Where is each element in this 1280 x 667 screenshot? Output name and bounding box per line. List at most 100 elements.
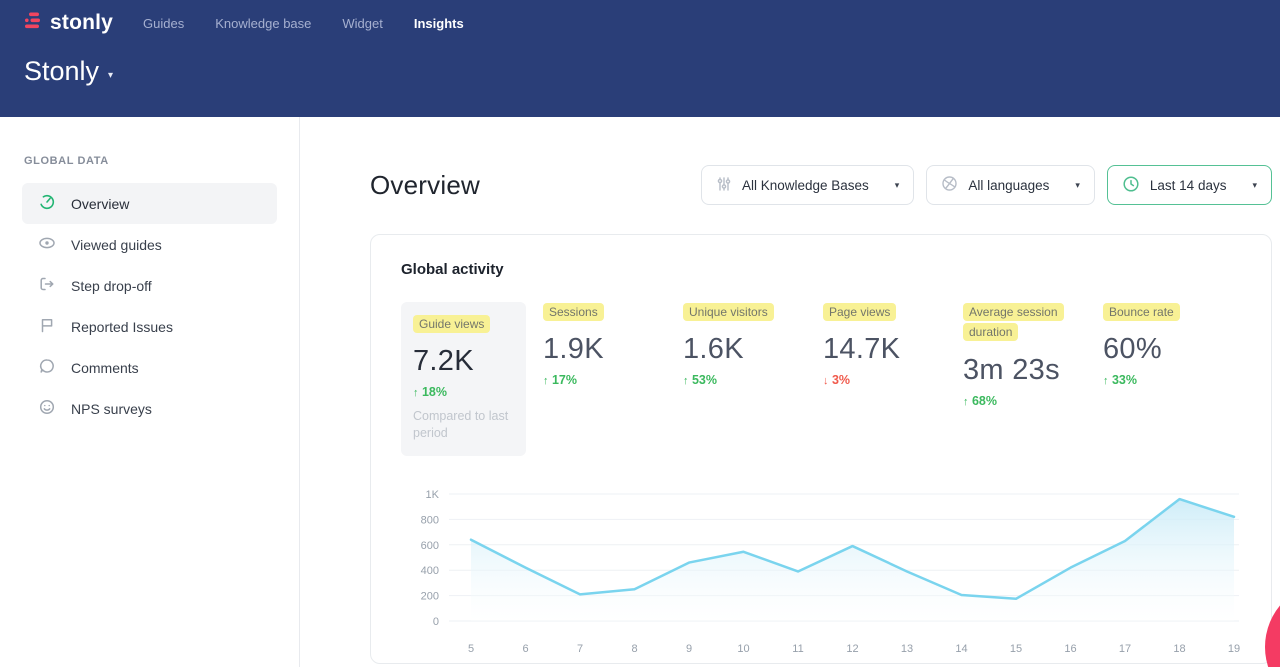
activity-chart-svg: 02004006008001K5678910111213141516171819 xyxy=(401,482,1251,664)
metric-unique-visitors[interactable]: Unique visitors 1.6K ↑ 53% xyxy=(683,302,823,387)
metric-value: 7.2K xyxy=(413,345,514,378)
gauge-icon xyxy=(38,193,56,214)
metric-label: Unique visitors xyxy=(683,303,774,321)
svg-text:9: 9 xyxy=(686,643,692,655)
sidebar-item-reported-issues[interactable]: Reported Issues xyxy=(22,306,277,347)
metric-delta: ↓ 3% xyxy=(823,373,963,387)
clock-icon xyxy=(1122,175,1140,196)
metric-label: Guide views xyxy=(413,315,490,333)
metric-guide-views[interactable]: Guide views 7.2K ↑ 18% Compared to last … xyxy=(401,302,526,456)
svg-text:11: 11 xyxy=(792,643,803,655)
svg-text:800: 800 xyxy=(421,515,439,527)
svg-text:15: 15 xyxy=(1010,643,1022,655)
svg-text:1K: 1K xyxy=(426,489,440,501)
metric-delta: ↑ 33% xyxy=(1103,373,1243,387)
chevron-down-icon: ▾ xyxy=(1075,180,1080,191)
activity-chart: 02004006008001K5678910111213141516171819 xyxy=(401,482,1251,667)
filters-row: All Knowledge Bases ▾ All languages ▾ xyxy=(701,165,1272,205)
knowledge-bases-value: All Knowledge Bases xyxy=(742,178,869,193)
metric-value: 14.7K xyxy=(823,333,963,366)
app-header: stonly Guides Knowledge base Widget Insi… xyxy=(0,0,1280,117)
svg-text:400: 400 xyxy=(421,565,439,577)
nav-item-knowledge-base[interactable]: Knowledge base xyxy=(215,16,311,31)
metric-page-views[interactable]: Page views 14.7K ↓ 3% xyxy=(823,302,963,387)
arrow-up-icon: ↑ xyxy=(543,375,549,387)
metric-bounce-rate[interactable]: Bounce rate 60% ↑ 33% xyxy=(1103,302,1243,387)
metric-sessions[interactable]: Sessions 1.9K ↑ 17% xyxy=(543,302,683,387)
comment-icon xyxy=(38,357,56,378)
metric-value: 60% xyxy=(1103,333,1243,366)
metric-label: Bounce rate xyxy=(1103,303,1180,321)
sidebar-section-label: GLOBAL DATA xyxy=(0,155,299,167)
metric-value: 1.9K xyxy=(543,333,683,366)
metric-value: 1.6K xyxy=(683,333,823,366)
workspace-row: Stonly ▾ xyxy=(0,35,1280,87)
workspace-name: Stonly xyxy=(24,56,99,87)
svg-text:7: 7 xyxy=(577,643,583,655)
nav-item-widget[interactable]: Widget xyxy=(342,16,382,31)
metric-delta: ↑ 18% xyxy=(413,385,514,399)
svg-text:16: 16 xyxy=(1064,643,1076,655)
global-activity-card: Global activity Guide views 7.2K ↑ 18% C… xyxy=(370,234,1272,664)
main-panel: Overview All Knowledge Bases ▾ xyxy=(300,117,1280,667)
metrics-row: Guide views 7.2K ↑ 18% Compared to last … xyxy=(401,302,1251,456)
sidebar-item-nps-surveys[interactable]: NPS surveys xyxy=(22,388,277,429)
flag-icon xyxy=(38,316,56,337)
top-nav: stonly Guides Knowledge base Widget Insi… xyxy=(0,0,1280,35)
metric-delta: ↑ 68% xyxy=(963,394,1103,408)
svg-text:6: 6 xyxy=(522,643,528,655)
svg-text:200: 200 xyxy=(421,591,439,603)
sidebar-item-label: Overview xyxy=(71,196,129,212)
sidebar-item-viewed-guides[interactable]: Viewed guides xyxy=(22,224,277,265)
globe-icon xyxy=(941,175,958,195)
metric-compare-note: Compared to last period xyxy=(413,408,514,442)
smiley-icon xyxy=(38,398,56,419)
date-range-value: Last 14 days xyxy=(1150,178,1227,193)
svg-text:12: 12 xyxy=(846,643,858,655)
page-content: GLOBAL DATA Overview Viewed guides xyxy=(0,117,1280,667)
arrow-down-icon: ↓ xyxy=(823,375,829,387)
metric-label: Average session duration xyxy=(963,303,1064,341)
stonly-logo-icon xyxy=(24,11,43,35)
sliders-icon xyxy=(716,176,732,195)
knowledge-bases-dropdown[interactable]: All Knowledge Bases ▾ xyxy=(701,165,914,205)
metric-avg-session-duration[interactable]: Average session duration 3m 23s ↑ 68% xyxy=(963,302,1103,408)
page-title: Overview xyxy=(370,170,480,201)
sidebar-item-overview[interactable]: Overview xyxy=(22,183,277,224)
sidebar-item-label: Reported Issues xyxy=(71,319,173,335)
sidebar-item-label: Viewed guides xyxy=(71,237,162,253)
step-exit-icon xyxy=(38,275,56,296)
chevron-down-icon: ▾ xyxy=(1252,180,1257,191)
stonly-logo[interactable]: stonly xyxy=(24,11,113,35)
primary-nav: Guides Knowledge base Widget Insights xyxy=(143,16,464,31)
sidebar-item-label: Comments xyxy=(71,360,139,376)
sidebar: GLOBAL DATA Overview Viewed guides xyxy=(0,117,300,667)
arrow-up-icon: ↑ xyxy=(413,387,419,399)
metric-delta: ↑ 53% xyxy=(683,373,823,387)
card-title: Global activity xyxy=(401,261,1251,278)
svg-text:8: 8 xyxy=(631,643,637,655)
svg-text:13: 13 xyxy=(901,643,913,655)
svg-text:17: 17 xyxy=(1119,643,1131,655)
sidebar-item-label: Step drop-off xyxy=(71,278,152,294)
sidebar-item-step-drop-off[interactable]: Step drop-off xyxy=(22,265,277,306)
svg-text:14: 14 xyxy=(955,643,967,655)
date-range-dropdown[interactable]: Last 14 days ▾ xyxy=(1107,165,1272,205)
svg-text:600: 600 xyxy=(421,540,439,552)
metric-label: Page views xyxy=(823,303,896,321)
svg-text:10: 10 xyxy=(737,643,749,655)
arrow-up-icon: ↑ xyxy=(963,396,969,408)
metric-delta: ↑ 17% xyxy=(543,373,683,387)
sidebar-item-label: NPS surveys xyxy=(71,401,152,417)
nav-item-insights[interactable]: Insights xyxy=(414,16,464,31)
eye-icon xyxy=(38,234,56,255)
metric-value: 3m 23s xyxy=(963,354,1103,387)
svg-text:19: 19 xyxy=(1228,643,1240,655)
languages-dropdown[interactable]: All languages ▾ xyxy=(926,165,1095,205)
languages-value: All languages xyxy=(968,178,1049,193)
arrow-up-icon: ↑ xyxy=(683,375,689,387)
nav-item-guides[interactable]: Guides xyxy=(143,16,184,31)
workspace-caret-icon[interactable]: ▾ xyxy=(108,62,113,81)
svg-text:0: 0 xyxy=(433,616,439,628)
sidebar-item-comments[interactable]: Comments xyxy=(22,347,277,388)
